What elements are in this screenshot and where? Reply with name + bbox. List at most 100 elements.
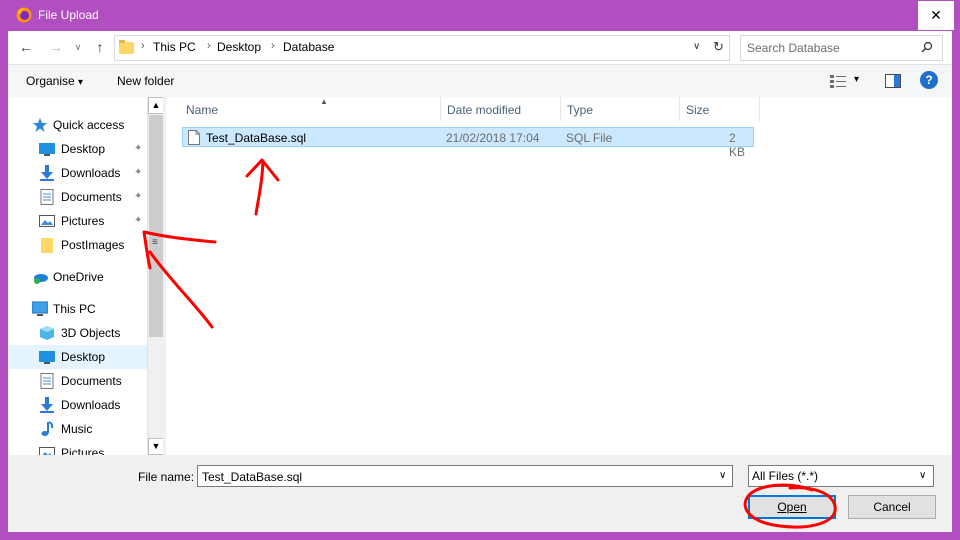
nav-item-documents[interactable]: Documents [8, 369, 148, 393]
column-header-size[interactable]: Size [680, 97, 760, 121]
nav-item-pictures[interactable]: Pictures [8, 441, 148, 455]
view-dropdown-icon[interactable]: ▾ [854, 74, 859, 85]
scroll-grip-icon: ≡ [152, 237, 158, 248]
nav-item-label: Documents [61, 190, 122, 204]
breadcrumb-this-pc[interactable]: This PC [153, 40, 196, 54]
chevron-down-icon[interactable]: ∨ [719, 470, 726, 481]
search-box[interactable]: Search Database [740, 35, 943, 61]
nav-item-label: Downloads [61, 166, 121, 180]
column-header-name[interactable]: Name ▲ [180, 97, 441, 121]
table-row[interactable]: Test_DataBase.sql 21/02/2018 17:04 SQL F… [182, 127, 754, 159]
address-bar[interactable]: › This PC › Desktop › Database ∨ ↻ [114, 35, 730, 61]
column-header-date[interactable]: Date modified [441, 97, 561, 121]
nav-item-music[interactable]: Music [8, 417, 148, 441]
preview-pane-icon[interactable] [885, 74, 901, 88]
column-label: Type [567, 103, 594, 117]
scroll-thumb[interactable]: ≡ [149, 115, 163, 337]
nav-item-downloads[interactable]: Downloads [8, 393, 148, 417]
pin-icon: ✦ [134, 215, 143, 226]
close-icon: ✕ [930, 7, 942, 23]
breadcrumb-separator: › [141, 40, 145, 52]
close-button[interactable]: ✕ [918, 1, 954, 30]
dialog-footer: File name: Test_DataBase.sql ∨ All Files… [8, 455, 952, 532]
nav-item-label: This PC [53, 302, 96, 316]
open-label: Open [777, 500, 807, 514]
nav-item-onedrive[interactable]: OneDrive [8, 265, 148, 289]
address-dropdown-icon[interactable]: ∨ [693, 41, 700, 52]
nav-item-desktop-pinned[interactable]: Desktop ✦ [8, 137, 148, 161]
nav-item-label: Desktop [61, 350, 106, 364]
search-input[interactable]: Search Database [747, 41, 840, 55]
file-name-value: Test_DataBase.sql [202, 470, 303, 484]
nav-item-documents-pinned[interactable]: Documents ✦ [8, 185, 148, 209]
folder-icon [119, 40, 134, 54]
nav-item-label: Quick access [53, 118, 125, 132]
documents-icon [40, 189, 54, 205]
open-button[interactable]: Open [748, 495, 836, 519]
view-options-icon[interactable] [830, 74, 846, 88]
pictures-icon [39, 215, 55, 227]
file-name-field[interactable]: Test_DataBase.sql ∨ [197, 465, 733, 487]
nav-item-postimages[interactable]: PostImages [8, 233, 148, 257]
refresh-icon[interactable]: ↻ [713, 39, 724, 55]
new-folder-button[interactable]: New folder [117, 74, 174, 88]
breadcrumb-separator: › [271, 40, 275, 52]
breadcrumb-database[interactable]: Database [283, 40, 334, 54]
dialog-client: ← → ∨ ↑ › This PC › Desktop › Database ∨… [8, 31, 952, 532]
file-icon [188, 130, 200, 145]
breadcrumb-desktop[interactable]: Desktop [217, 40, 261, 54]
desktop-icon [39, 351, 55, 364]
nav-item-label: Downloads [61, 398, 121, 412]
file-type-select[interactable]: All Files (*.*) ∨ [748, 465, 934, 487]
nav-item-pictures-pinned[interactable]: Pictures ✦ [8, 209, 148, 233]
column-label: Size [686, 103, 710, 117]
download-icon [40, 397, 54, 413]
nav-item-label: Pictures [61, 446, 105, 455]
pin-icon: ✦ [134, 167, 143, 178]
file-size: 2 KB [729, 131, 746, 159]
column-header-type[interactable]: Type [561, 97, 680, 121]
firefox-icon [16, 7, 32, 23]
file-type-value: All Files (*.*) [752, 469, 819, 483]
column-label: Name [186, 103, 219, 117]
chevron-down-icon: ∨ [919, 470, 927, 481]
nav-item-label: PostImages [61, 238, 125, 252]
organise-label: Organise [26, 74, 75, 88]
navigation-bar: ← → ∨ ↑ › This PC › Desktop › Database ∨… [8, 31, 952, 64]
this-pc-icon [32, 301, 48, 316]
nav-item-label: Music [61, 422, 93, 436]
documents-icon [40, 373, 54, 389]
title-bar: File Upload ✕ [0, 0, 960, 31]
download-icon [40, 165, 54, 181]
nav-item-quick-access[interactable]: Quick access [8, 113, 148, 137]
cancel-button[interactable]: Cancel [848, 495, 936, 519]
nav-item-label: Desktop [61, 142, 106, 156]
nav-item-this-pc[interactable]: This PC [8, 297, 148, 321]
forward-arrow-icon[interactable]: → [48, 39, 64, 55]
scroll-down-icon[interactable]: ▼ [148, 438, 163, 455]
music-icon [41, 421, 54, 436]
pin-icon: ✦ [134, 143, 143, 154]
nav-item-downloads-pinned[interactable]: Downloads ✦ [8, 161, 148, 185]
file-type: SQL File [566, 131, 613, 145]
help-icon[interactable]: ? [920, 71, 938, 89]
3d-objects-icon [40, 326, 54, 340]
back-arrow-icon[interactable]: ← [18, 39, 34, 55]
file-list: Name ▲ Date modified Type Size Test_Data… [166, 97, 952, 455]
navpane-scrollbar[interactable]: ▲ ≡ ▼ [147, 97, 163, 455]
nav-item-label: 3D Objects [61, 326, 121, 340]
recent-locations-icon[interactable]: ∨ [70, 39, 86, 55]
organise-button[interactable]: Organise ▾ [26, 74, 83, 88]
breadcrumb-separator: › [207, 40, 211, 52]
nav-item-desktop[interactable]: Desktop [8, 345, 148, 369]
pin-icon: ✦ [134, 191, 143, 202]
column-label: Date modified [447, 103, 522, 117]
nav-item-3d-objects[interactable]: 3D Objects [8, 321, 148, 345]
scroll-up-icon[interactable]: ▲ [148, 97, 163, 114]
file-upload-dialog: File Upload ✕ ← → ∨ ↑ › This PC › Deskto… [0, 0, 960, 540]
file-name: Test_DataBase.sql [206, 131, 307, 145]
star-icon [33, 118, 47, 132]
file-date: 21/02/2018 17:04 [446, 131, 540, 145]
nav-item-label: OneDrive [53, 270, 104, 284]
up-arrow-icon[interactable]: ↑ [92, 39, 108, 55]
